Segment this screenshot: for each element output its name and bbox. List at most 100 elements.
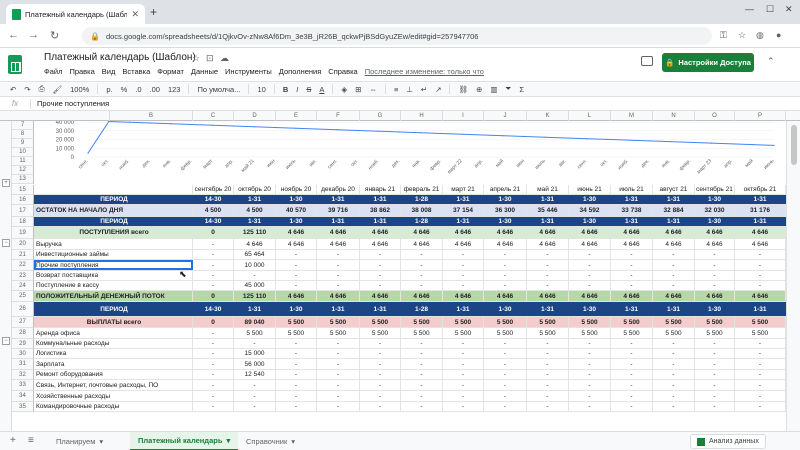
star-doc-icon[interactable]: ☆ bbox=[192, 53, 200, 64]
value-cell[interactable]: - bbox=[443, 339, 484, 348]
value-cell[interactable]: - bbox=[569, 271, 611, 280]
value-cell[interactable]: - bbox=[443, 370, 484, 379]
menu-item[interactable]: Правка bbox=[69, 67, 94, 76]
value-cell[interactable]: 4 646 bbox=[735, 239, 786, 249]
value-cell[interactable]: - bbox=[360, 281, 401, 290]
value-cell[interactable]: 1-30 bbox=[484, 302, 527, 316]
month-cell[interactable]: август 21 bbox=[653, 185, 695, 194]
doc-title[interactable]: Платежный календарь (Шаблон) bbox=[44, 52, 196, 63]
value-cell[interactable]: - bbox=[653, 281, 695, 290]
menu-item[interactable]: Данные bbox=[191, 67, 218, 76]
row-label-cell[interactable]: Прочие поступления bbox=[34, 260, 193, 270]
value-cell[interactable]: - bbox=[569, 359, 611, 369]
value-cell[interactable]: - bbox=[695, 370, 735, 379]
value-cell[interactable]: - bbox=[443, 380, 484, 390]
value-cell[interactable]: 4 646 bbox=[484, 239, 527, 249]
value-cell[interactable]: 4 646 bbox=[401, 239, 443, 249]
value-cell[interactable]: - bbox=[276, 402, 317, 411]
value-cell[interactable]: - bbox=[443, 359, 484, 369]
percent-button[interactable]: % bbox=[121, 85, 128, 94]
value-cell[interactable]: - bbox=[360, 380, 401, 390]
value-cell[interactable]: - bbox=[695, 339, 735, 348]
value-cell[interactable]: 5 500 bbox=[611, 317, 653, 327]
row-number[interactable]: 27 bbox=[12, 317, 34, 328]
value-cell[interactable]: 4 646 bbox=[484, 291, 527, 301]
value-cell[interactable]: 1-31 bbox=[735, 302, 786, 316]
value-cell[interactable]: 1-31 bbox=[317, 195, 360, 204]
row-number[interactable]: 17 bbox=[12, 205, 34, 217]
paint-format-icon[interactable]: 🖌 bbox=[53, 85, 63, 94]
row-number[interactable]: 26 bbox=[12, 302, 34, 317]
value-cell[interactable]: 39 716 bbox=[317, 205, 360, 216]
row-label-cell[interactable]: Инвестиционные займы bbox=[34, 250, 193, 259]
value-cell[interactable]: - bbox=[401, 370, 443, 379]
value-cell[interactable]: 5 500 bbox=[653, 317, 695, 327]
value-cell[interactable]: 33 738 bbox=[611, 205, 653, 216]
row-number[interactable]: 10 bbox=[12, 148, 34, 157]
value-cell[interactable]: 4 646 bbox=[653, 291, 695, 301]
value-cell[interactable]: 5 500 bbox=[443, 328, 484, 338]
star-icon[interactable]: ☆ bbox=[738, 30, 746, 41]
value-cell[interactable]: 5 500 bbox=[276, 328, 317, 338]
value-cell[interactable]: - bbox=[193, 359, 234, 369]
value-cell[interactable]: 1-31 bbox=[234, 302, 276, 316]
row-label-cell[interactable]: Выручка bbox=[34, 239, 193, 249]
value-cell[interactable]: 1-30 bbox=[695, 217, 735, 226]
row-number[interactable]: 15 bbox=[12, 185, 34, 195]
column-header[interactable]: I bbox=[443, 111, 484, 121]
value-cell[interactable]: 1-31 bbox=[360, 217, 401, 226]
value-cell[interactable]: - bbox=[653, 391, 695, 401]
value-cell[interactable]: - bbox=[484, 271, 527, 280]
value-cell[interactable]: - bbox=[276, 380, 317, 390]
add-sheet-icon[interactable]: + bbox=[10, 435, 16, 446]
value-cell[interactable]: - bbox=[735, 391, 786, 401]
value-cell[interactable]: - bbox=[653, 260, 695, 270]
strikethrough-button[interactable]: S bbox=[306, 85, 311, 94]
value-cell[interactable]: - bbox=[360, 391, 401, 401]
value-cell[interactable]: - bbox=[484, 370, 527, 379]
value-cell[interactable]: - bbox=[360, 271, 401, 280]
month-cell[interactable]: декабрь 20 bbox=[317, 185, 360, 194]
value-cell[interactable]: - bbox=[276, 349, 317, 358]
value-cell[interactable]: 1-30 bbox=[484, 195, 527, 204]
sheet-grid[interactable]: + − − 40 000 30 000 20 000 10 000 0 сент. окт.… bbox=[0, 121, 786, 431]
value-cell[interactable]: - bbox=[611, 380, 653, 390]
row-label-cell[interactable]: Связь, Интернет, почтовые расходы, ПО bbox=[34, 380, 193, 390]
value-cell[interactable]: - bbox=[317, 281, 360, 290]
value-cell[interactable]: - bbox=[317, 250, 360, 259]
value-cell[interactable]: - bbox=[695, 359, 735, 369]
value-cell[interactable]: - bbox=[569, 391, 611, 401]
row-number[interactable]: 30 bbox=[12, 349, 34, 359]
value-cell[interactable]: 1-31 bbox=[527, 195, 569, 204]
value-cell[interactable]: - bbox=[234, 339, 276, 348]
value-cell[interactable]: 5 500 bbox=[234, 328, 276, 338]
value-cell[interactable]: - bbox=[193, 239, 234, 249]
value-cell[interactable]: 1-31 bbox=[735, 195, 786, 204]
dropdown-icon[interactable]: ▾ bbox=[226, 436, 230, 445]
value-cell[interactable]: 4 646 bbox=[484, 227, 527, 238]
value-cell[interactable]: - bbox=[527, 402, 569, 411]
value-cell[interactable]: 5 500 bbox=[484, 328, 527, 338]
value-cell[interactable]: - bbox=[735, 260, 786, 270]
value-cell[interactable]: 10 000 bbox=[234, 260, 276, 270]
share-button[interactable]: 🔒 Настройки Доступа bbox=[662, 53, 754, 72]
value-cell[interactable]: - bbox=[695, 250, 735, 259]
value-cell[interactable]: 1-31 bbox=[360, 195, 401, 204]
value-cell[interactable]: - bbox=[193, 370, 234, 379]
menu-item[interactable]: Вид bbox=[102, 67, 116, 76]
value-cell[interactable]: - bbox=[653, 402, 695, 411]
value-cell[interactable]: - bbox=[611, 370, 653, 379]
value-cell[interactable]: 4 646 bbox=[317, 291, 360, 301]
value-cell[interactable]: - bbox=[653, 271, 695, 280]
value-cell[interactable]: - bbox=[527, 271, 569, 280]
maximize-icon[interactable]: ☐ bbox=[766, 4, 774, 15]
value-cell[interactable]: 4 646 bbox=[234, 239, 276, 249]
value-cell[interactable]: 1-28 bbox=[401, 217, 443, 226]
value-cell[interactable]: - bbox=[569, 380, 611, 390]
function-icon[interactable]: Σ bbox=[519, 85, 524, 94]
row-label-cell[interactable]: Логистика bbox=[34, 349, 193, 358]
row-number[interactable]: 35 bbox=[12, 402, 34, 412]
value-cell[interactable]: 34 592 bbox=[569, 205, 611, 216]
menu-item[interactable]: Справка bbox=[328, 67, 357, 76]
value-cell[interactable]: - bbox=[527, 349, 569, 358]
